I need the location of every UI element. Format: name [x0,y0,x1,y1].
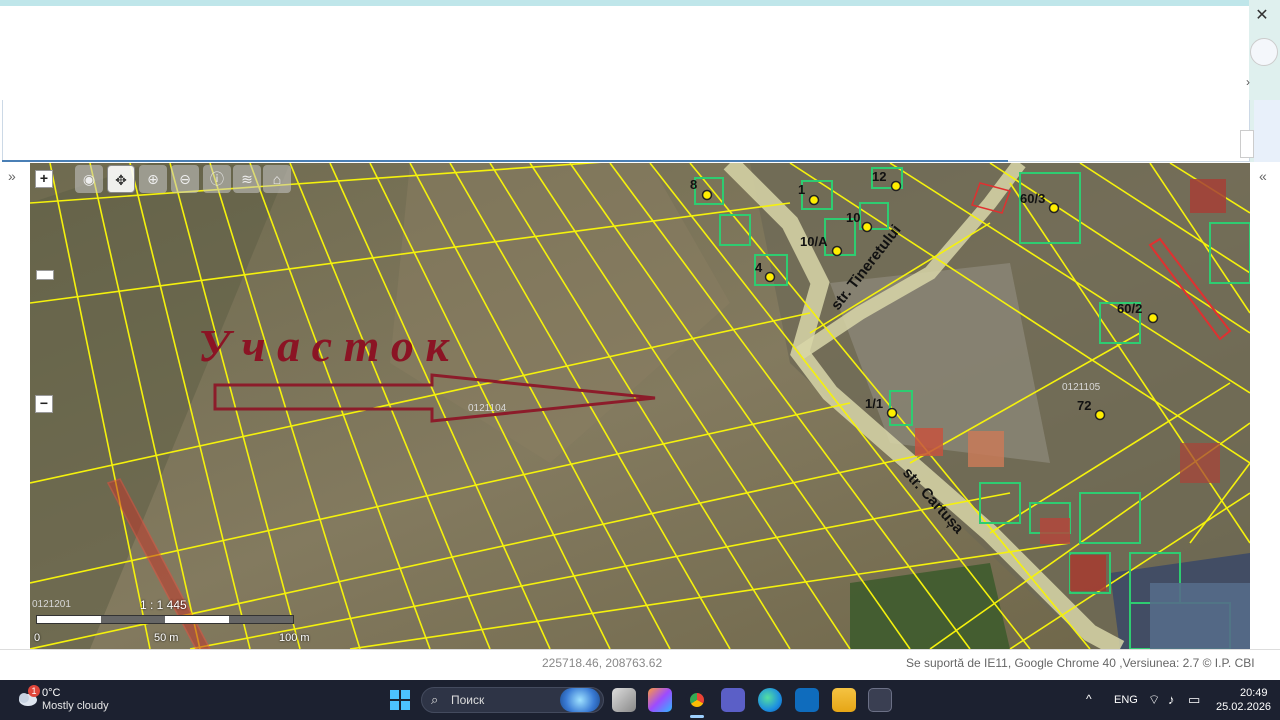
top-strip [0,0,1280,6]
weather-temperature[interactable]: 0°C [42,687,60,699]
edge-icon[interactable] [758,688,782,712]
panel-avatar-button[interactable] [1250,38,1278,66]
scale-tick-label: 0 [34,632,41,644]
zoom-in-tool-icon[interactable]: ⊕ [139,165,167,193]
sector-label: 0121104 [468,403,507,414]
teams-icon[interactable] [721,688,745,712]
copilot-icon[interactable] [648,688,672,712]
house-number-label: 60/2 [1117,301,1142,316]
house-number-label: 1 [798,182,805,197]
clock-date[interactable]: 25.02.2026 [1216,701,1271,713]
zoom-out-tool-icon[interactable]: ⊖ [171,165,199,193]
house-number-label: 12 [872,169,886,184]
cursor-coordinates: 225718.46, 208763.62 [542,656,663,670]
zoom-out-button[interactable]: − [35,395,53,413]
scale-tick-label: 100 m [279,632,310,644]
sector-label: 0121201 [32,599,71,610]
expand-left-panel-icon[interactable]: » [8,168,16,184]
weather-notification-badge: 1 [28,685,40,697]
house-number-label: 10/A [800,234,828,249]
sector-label: 0121105 [1062,382,1101,393]
close-icon[interactable]: ✕ [1252,6,1272,26]
parcel-annotation: У ч а с т о к [198,320,450,371]
house-number-label: 8 [690,177,697,192]
map-canvas[interactable]: 8 1 12 10 10/A 4 60/3 60/2 1/1 72 012110… [30,163,1250,649]
weather-description[interactable]: Mostly cloudy [42,700,109,712]
wifi-icon[interactable]: ⌔ [1148,692,1160,708]
scale-bar [36,615,294,624]
house-number-label: 10 [846,210,860,225]
zoom-slider-handle[interactable] [36,270,54,280]
search-panel[interactable] [2,100,1250,162]
taskbar-search-placeholder[interactable]: Поиск [451,693,484,707]
input-language[interactable]: ENG [1114,694,1138,706]
tray-overflow-chevron-icon[interactable]: ^ [1086,692,1092,706]
battery-icon[interactable]: ▭ [1188,692,1200,708]
cadastral-map[interactable]: 8 1 12 10 10/A 4 60/3 60/2 1/1 72 012110… [30,163,1250,649]
scale-ratio: 1 : 1 445 [140,598,187,612]
pan-icon[interactable]: ✥ [107,165,135,193]
expand-right-panel-icon[interactable]: « [1259,168,1267,184]
chevron-right-icon[interactable]: › [1246,75,1258,91]
globe-icon[interactable]: ◉ [75,165,103,193]
outlook-icon[interactable] [795,688,819,712]
house-number-label: 4 [755,260,763,275]
zoom-in-button[interactable]: + [35,170,53,188]
task-view-icon[interactable] [612,688,636,712]
search-box-edge[interactable] [1240,130,1254,158]
house-number-label: 60/3 [1020,191,1045,206]
active-app-indicator [690,715,704,718]
measure-icon[interactable]: ≋ [233,165,261,193]
search-focus-line [2,160,1008,162]
house-number-label: 1/1 [865,396,883,411]
file-explorer-icon[interactable] [832,688,856,712]
panel-edge [1254,100,1280,162]
version-info: Se suportă de IE11, Google Chrome 40 ,Ve… [906,656,1255,670]
home-icon[interactable]: ⌂ [263,165,291,193]
chrome-icon[interactable] [685,688,709,712]
search-highlight-icon[interactable] [560,688,600,712]
info-icon[interactable]: ⓘ [203,165,231,193]
windows-start-icon[interactable] [390,690,410,710]
house-number-label: 72 [1077,398,1091,413]
search-icon: ⌕ [431,692,439,707]
scale-tick-label: 50 m [154,632,179,644]
clock-time[interactable]: 20:49 [1240,687,1268,699]
calculator-icon[interactable] [868,688,892,712]
volume-icon[interactable]: ♪ [1168,692,1175,707]
